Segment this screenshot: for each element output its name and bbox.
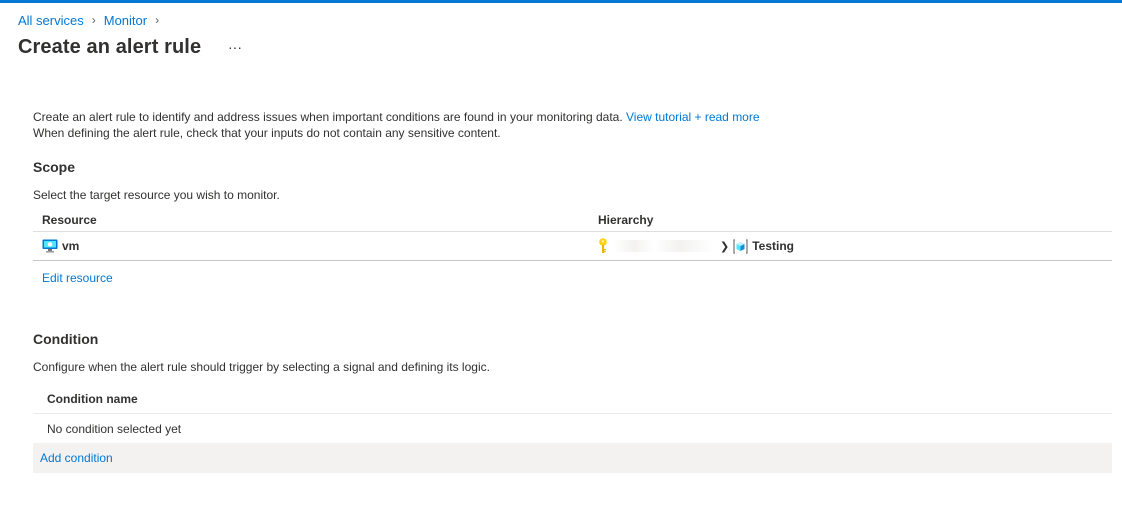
breadcrumb-all-services[interactable]: All services (18, 13, 84, 28)
edit-resource-link[interactable]: Edit resource (42, 271, 113, 285)
column-hierarchy: Hierarchy (598, 212, 654, 227)
breadcrumb-monitor[interactable]: Monitor (104, 13, 147, 28)
add-condition-link[interactable]: Add condition (40, 451, 113, 465)
chevron-right-icon: › (155, 13, 160, 27)
condition-subtitle: Configure when the alert rule should tri… (33, 360, 490, 374)
resource-name: vm (62, 239, 80, 253)
scope-table-header: Resource Hierarchy (33, 208, 1112, 232)
intro-description: Create an alert rule to identify and add… (33, 109, 760, 141)
hierarchy-target-name: Testing (752, 239, 794, 253)
intro-line-2: When defining the alert rule, check that… (33, 126, 501, 140)
condition-title: Condition (33, 331, 99, 347)
scope-title: Scope (33, 159, 76, 175)
resource-group-icon (733, 238, 748, 254)
breadcrumb: All services › Monitor › (18, 11, 167, 29)
scope-table: Resource Hierarchy vm ❯ Testing Edit res… (33, 208, 1112, 294)
add-condition-row: Add condition (33, 443, 1112, 473)
chevron-right-icon: ❯ (720, 240, 730, 253)
intro-line-1: Create an alert rule to identify and add… (33, 110, 623, 124)
redacted-subscription (614, 240, 714, 252)
column-condition-name: Condition name (33, 384, 1112, 414)
table-row: No condition selected yet (33, 414, 1112, 443)
table-row[interactable]: vm ❯ Testing (33, 232, 1112, 261)
virtual-machine-icon (42, 239, 58, 253)
top-accent-bar (0, 0, 1122, 3)
chevron-right-icon: › (91, 13, 96, 27)
hierarchy-cell: ❯ Testing (598, 238, 1112, 254)
condition-table: Condition name No condition selected yet… (33, 384, 1112, 473)
more-options-button[interactable]: ··· (226, 40, 244, 58)
view-tutorial-link[interactable]: View tutorial + read more (626, 110, 760, 124)
page-title: Create an alert rule (18, 36, 202, 58)
key-icon (598, 238, 608, 254)
resource-cell: vm (33, 239, 598, 253)
edit-resource-row: Edit resource (33, 261, 1112, 294)
column-resource: Resource (42, 212, 97, 227)
no-condition-text: No condition selected yet (47, 421, 182, 436)
scope-subtitle: Select the target resource you wish to m… (33, 188, 280, 202)
